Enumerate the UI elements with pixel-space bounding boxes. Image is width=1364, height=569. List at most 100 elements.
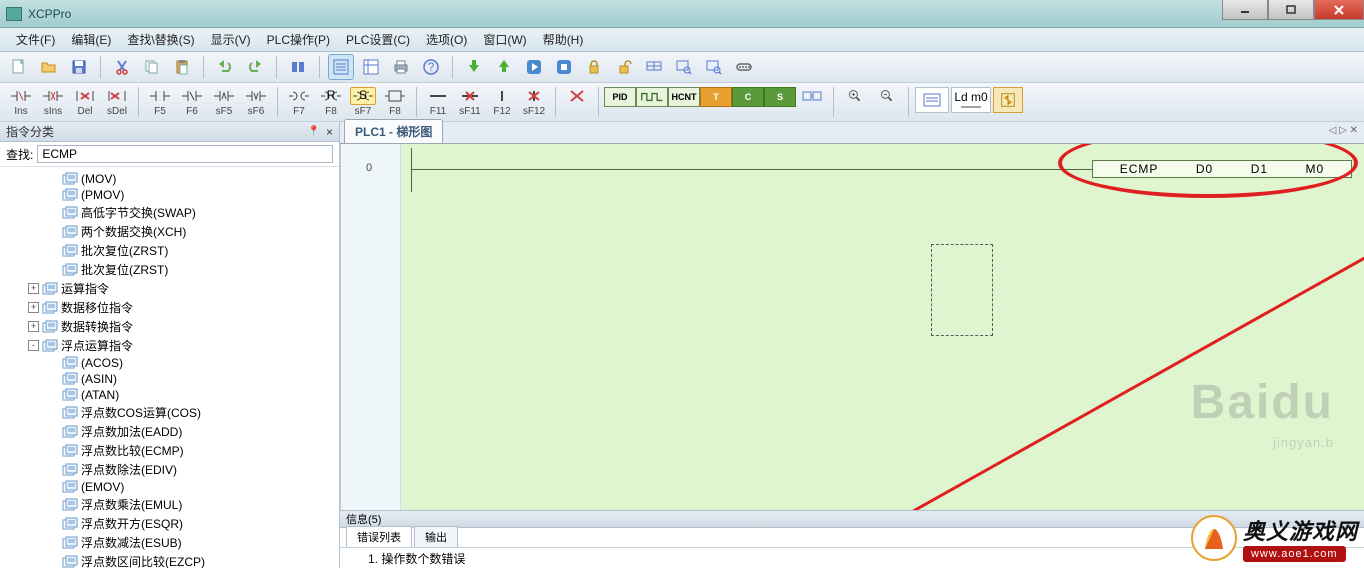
tree-node[interactable]: +数据移位指令	[0, 298, 339, 317]
zoom2-button[interactable]	[701, 54, 727, 80]
ld-sf11[interactable]: sF11	[455, 87, 485, 117]
menu-file[interactable]: 文件(F)	[8, 31, 63, 48]
menu-plc-set[interactable]: PLC设置(C)	[338, 31, 418, 48]
ld-sdel[interactable]: sDel	[102, 87, 132, 117]
pin-icon[interactable]: 📍	[308, 126, 320, 137]
tree-node[interactable]: 浮点数除法(EDIV)	[0, 460, 339, 479]
annotation-arrow	[771, 184, 1364, 510]
undo-button[interactable]	[212, 54, 238, 80]
ld-f8-coil[interactable]: RF8	[316, 87, 346, 117]
tree-node[interactable]: 浮点数区间比较(EZCP)	[0, 552, 339, 568]
menu-edit[interactable]: 编辑(E)	[63, 31, 119, 48]
ld-link[interactable]	[797, 87, 827, 105]
menu-options[interactable]: 选项(O)	[418, 31, 475, 48]
ld-pid[interactable]: PID	[605, 87, 635, 107]
ld-f5[interactable]: F5	[145, 87, 175, 117]
ld-sf7[interactable]: SsF7	[348, 87, 378, 117]
ld-sf6[interactable]: sF6	[241, 87, 271, 117]
print-button[interactable]	[388, 54, 414, 80]
rung-0[interactable]: ECMP D0 D1 M0	[411, 158, 1354, 182]
ld-s[interactable]: S	[765, 87, 795, 107]
zoom-out-button[interactable]	[872, 87, 902, 105]
open-file-button[interactable]	[36, 54, 62, 80]
tree-node[interactable]: 两个数据交换(XCH)	[0, 222, 339, 241]
menu-window[interactable]: 窗口(W)	[475, 31, 534, 48]
tree-node[interactable]: (EMOV)	[0, 479, 339, 495]
ld-hcnt[interactable]: HCNT	[669, 87, 699, 107]
tree-node[interactable]: (PMOV)	[0, 187, 339, 203]
instruction-tree[interactable]: (MOV)(PMOV)高低字节交换(SWAP)两个数据交换(XCH)批次复位(Z…	[0, 167, 339, 568]
main-toolbar: ?	[0, 52, 1364, 83]
ld-comment[interactable]	[915, 87, 949, 113]
tree-node[interactable]: 浮点数乘法(EMUL)	[0, 495, 339, 514]
save-button[interactable]	[66, 54, 92, 80]
find-button[interactable]	[285, 54, 311, 80]
new-file-button[interactable]	[6, 54, 32, 80]
tree-node[interactable]: 浮点数减法(ESUB)	[0, 533, 339, 552]
tab-nav[interactable]: ◁ ▷ ✕	[1329, 125, 1358, 136]
ld-del[interactable]: Del	[70, 87, 100, 117]
stop-button[interactable]	[551, 54, 577, 80]
tree-node[interactable]: +数据转换指令	[0, 317, 339, 336]
ld-t[interactable]: T	[701, 87, 731, 107]
msg-tab-output[interactable]: 输出	[414, 526, 458, 547]
ld-f12[interactable]: F12	[487, 87, 517, 117]
ld-f8-box[interactable]: F8	[380, 87, 410, 117]
tree-node[interactable]: 浮点数开方(ESQR)	[0, 514, 339, 533]
upload-button[interactable]	[491, 54, 517, 80]
lock-button[interactable]	[581, 54, 607, 80]
run-button[interactable]	[521, 54, 547, 80]
minimize-button[interactable]	[1222, 0, 1268, 20]
view-list-button[interactable]	[358, 54, 384, 80]
ld-sins[interactable]: sIns	[38, 87, 68, 117]
monitor-button[interactable]	[641, 54, 667, 80]
tree-node[interactable]: 浮点数COS运算(COS)	[0, 403, 339, 422]
ld-c[interactable]: C	[733, 87, 763, 107]
tree-node[interactable]: (MOV)	[0, 171, 339, 187]
zoom-in-button[interactable]	[840, 87, 870, 105]
menu-plc-op[interactable]: PLC操作(P)	[259, 31, 338, 48]
title-bar: XCPPro	[0, 0, 1364, 28]
ld-pwm[interactable]	[637, 87, 667, 107]
ld-sf12[interactable]: sF12	[519, 87, 549, 117]
editor-tab[interactable]: PLC1 - 梯形图	[344, 119, 443, 143]
tree-node[interactable]: (ATAN)	[0, 387, 339, 403]
close-panel-icon[interactable]: ×	[326, 125, 333, 139]
redo-button[interactable]	[242, 54, 268, 80]
ld-f6[interactable]: F6	[177, 87, 207, 117]
tree-node[interactable]: 浮点数比较(ECMP)	[0, 441, 339, 460]
msg-tab-errors[interactable]: 错误列表	[346, 526, 412, 547]
tree-node[interactable]: (ACOS)	[0, 355, 339, 371]
close-button[interactable]	[1314, 0, 1364, 20]
ld-ldm0[interactable]: Ld m0	[951, 87, 991, 113]
zoom-button[interactable]	[671, 54, 697, 80]
tree-node[interactable]: -浮点运算指令	[0, 336, 339, 355]
ld-swap[interactable]	[993, 87, 1023, 113]
tree-node[interactable]: (ASIN)	[0, 371, 339, 387]
check-button[interactable]: ?	[418, 54, 444, 80]
maximize-button[interactable]	[1268, 0, 1314, 20]
ld-del2[interactable]	[562, 87, 592, 106]
cut-button[interactable]	[109, 54, 135, 80]
menu-view[interactable]: 显示(V)	[203, 31, 259, 48]
tree-node[interactable]: 高低字节交换(SWAP)	[0, 203, 339, 222]
paste-button[interactable]	[169, 54, 195, 80]
ld-f11[interactable]: F11	[423, 87, 453, 117]
instruction-box[interactable]: ECMP D0 D1 M0	[1092, 160, 1352, 178]
ld-f7[interactable]: F7	[284, 87, 314, 117]
search-input[interactable]	[37, 145, 333, 163]
tree-node[interactable]: 批次复位(ZRST)	[0, 241, 339, 260]
ladder-canvas[interactable]: 0 ECMP D0 D1 M0 Baidu jingyan.b	[340, 144, 1364, 510]
copy-button[interactable]	[139, 54, 165, 80]
view-ladder-button[interactable]	[328, 54, 354, 80]
tree-node[interactable]: 批次复位(ZRST)	[0, 260, 339, 279]
serial-button[interactable]	[731, 54, 757, 80]
unlock-button[interactable]	[611, 54, 637, 80]
tree-node[interactable]: +运算指令	[0, 279, 339, 298]
ld-ins[interactable]: Ins	[6, 87, 36, 117]
download-button[interactable]	[461, 54, 487, 80]
tree-node[interactable]: 浮点数加法(EADD)	[0, 422, 339, 441]
menu-help[interactable]: 帮助(H)	[535, 31, 592, 48]
ld-sf5[interactable]: sF5	[209, 87, 239, 117]
menu-find[interactable]: 查找\替换(S)	[119, 31, 202, 48]
